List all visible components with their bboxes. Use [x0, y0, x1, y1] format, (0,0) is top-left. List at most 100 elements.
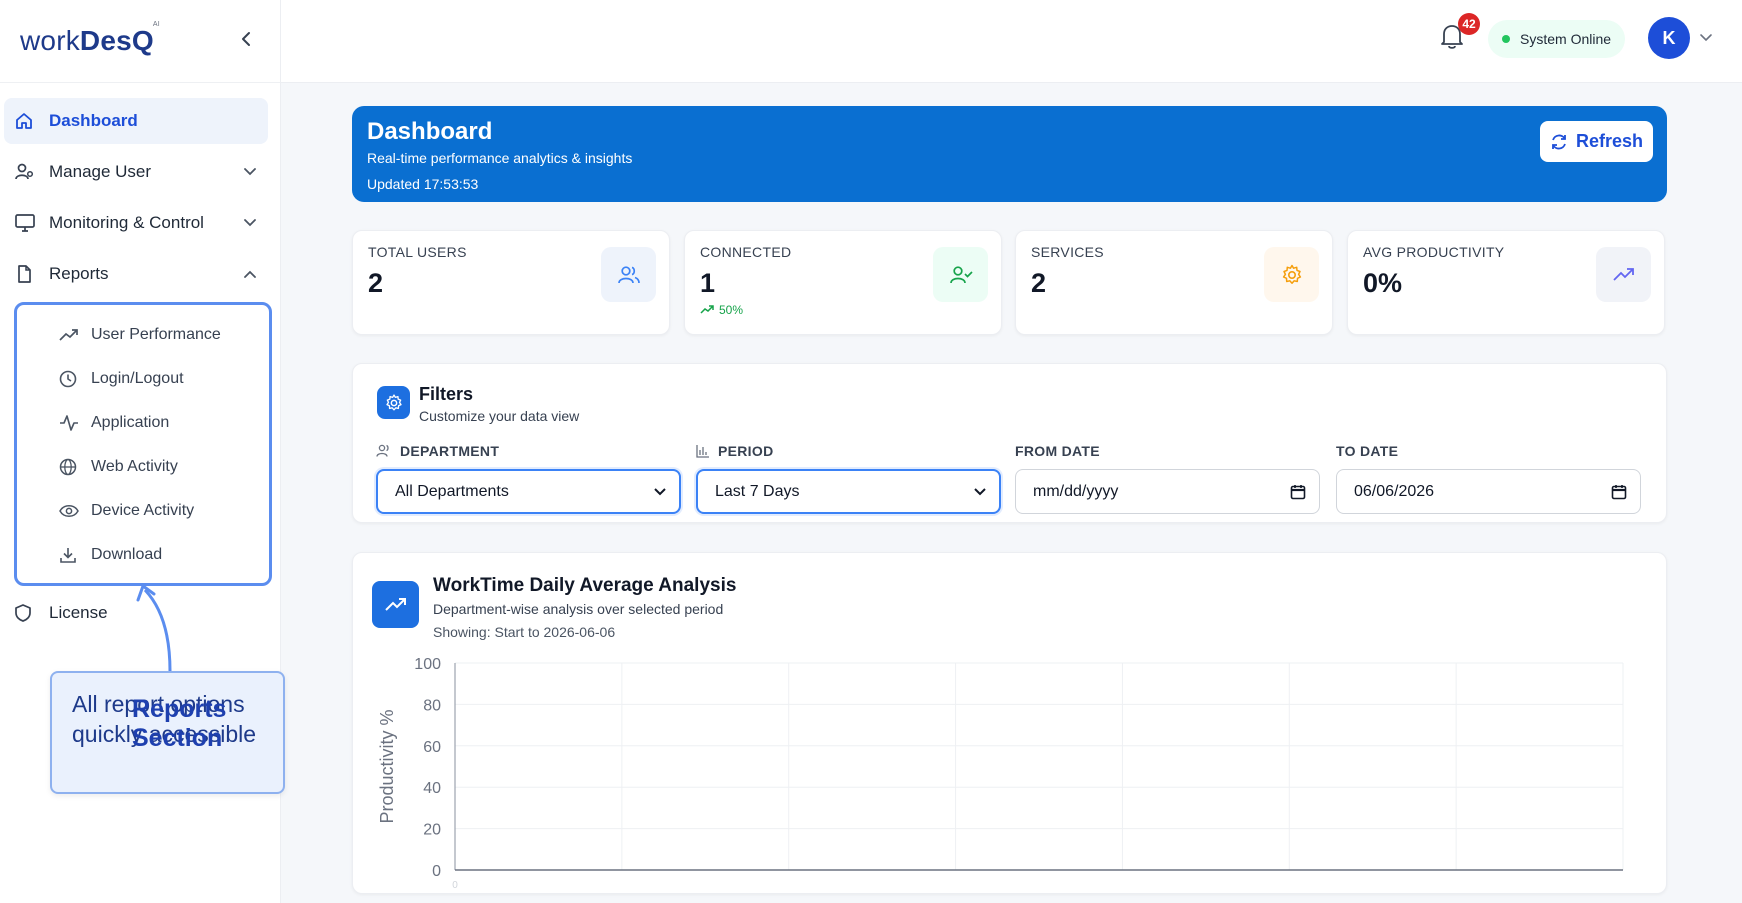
department-label-text: DEPARTMENT [400, 443, 500, 459]
filters-card: Filters Customize your data view DEPARTM… [352, 363, 1667, 523]
submenu-item-application[interactable]: Application [17, 401, 269, 445]
submenu-item-label: Web Activity [91, 458, 178, 475]
sidebar-item-dashboard[interactable]: Dashboard [4, 98, 268, 144]
submenu-item-label: Device Activity [91, 502, 195, 519]
to-date-filter: TO DATE 06/06/2026 [1336, 441, 1641, 514]
to-date-label: TO DATE [1336, 441, 1641, 461]
from-date-label-text: FROM DATE [1015, 443, 1100, 459]
sidebar-item-label: Monitoring & Control [49, 213, 204, 232]
period-select[interactable]: Last 7 Days [696, 469, 1001, 514]
period-label-text: PERIOD [718, 443, 774, 459]
refresh-icon [1552, 134, 1566, 149]
chevron-down-icon [242, 215, 258, 231]
users-icon [601, 247, 656, 302]
refresh-button[interactable]: Refresh [1540, 121, 1653, 162]
users-icon [376, 444, 389, 457]
home-icon [14, 110, 40, 132]
stat-card-total-users: TOTAL USERS 2 [352, 230, 670, 335]
chevron-up-icon [242, 266, 258, 282]
monitor-icon [14, 212, 40, 234]
download-icon [59, 545, 79, 565]
callout-title: Reports Section [132, 695, 227, 752]
to-date-input[interactable]: 06/06/2026 [1336, 469, 1641, 514]
logo-part2: DesQ [79, 25, 154, 56]
app-root: workDesQ AI Dashboard Manage User Monito… [0, 0, 1742, 903]
user-check-icon [933, 247, 988, 302]
department-label: DEPARTMENT [376, 441, 681, 461]
avatar[interactable]: K [1648, 17, 1690, 59]
chart-y-tick-label: 0 [432, 863, 441, 880]
page-title: Dashboard [367, 118, 493, 145]
clock-icon [59, 369, 79, 389]
from-date-label: FROM DATE [1015, 441, 1320, 461]
submenu-item-web-activity[interactable]: Web Activity [17, 445, 269, 489]
gear-icon [1264, 247, 1319, 302]
chart-y-tick-label: 80 [423, 697, 441, 714]
refresh-label: Refresh [1575, 131, 1644, 151]
chevron-down-icon[interactable] [1699, 30, 1713, 48]
trending-up-icon [59, 325, 79, 345]
activity-icon [59, 413, 79, 433]
notification-badge[interactable]: 42 [1458, 13, 1480, 35]
gear-icon [377, 386, 410, 419]
from-date-input[interactable]: mm/dd/yyyy [1015, 469, 1320, 514]
callout-arrow [136, 584, 172, 672]
dashboard-hero: Dashboard Real-time performance analytic… [352, 106, 1667, 202]
stat-card-avg-productivity: AVG PRODUCTIVITY 0% [1347, 230, 1665, 335]
sidebar-item-label: Dashboard [49, 111, 138, 130]
logo[interactable]: workDesQ AI [20, 21, 160, 57]
calendar-icon[interactable] [1290, 484, 1306, 500]
sidebar-item-manage-user[interactable]: Manage User [4, 149, 268, 195]
period-label: PERIOD [696, 441, 1001, 461]
worktime-chart-card: WorkTime Daily Average Analysis Departme… [352, 552, 1667, 894]
sidebar-item-monitoring[interactable]: Monitoring & Control [4, 200, 268, 246]
trending-up-icon [1596, 247, 1651, 302]
status-dot [1502, 35, 1510, 43]
system-status-text: System Online [1520, 31, 1612, 47]
brand-bar: workDesQ AI [0, 0, 280, 83]
reports-callout: Reports Section All report options quick… [50, 671, 285, 794]
department-select[interactable]: All Departments [376, 469, 681, 514]
file-icon [14, 263, 40, 285]
chart-x-tick-label: 0 [452, 880, 458, 891]
submenu-item-login-logout[interactable]: Login/Logout [17, 357, 269, 401]
filters-subtitle: Customize your data view [419, 408, 580, 424]
department-filter: DEPARTMENT All Departments [376, 441, 681, 514]
filters-title: Filters [419, 384, 474, 404]
chart-y-axis-label: Productivity % [377, 709, 397, 823]
submenu-item-device-activity[interactable]: Device Activity [17, 489, 269, 533]
updated-timestamp: Updated 17:53:53 [367, 176, 479, 192]
submenu-item-label: Download [91, 546, 163, 563]
stat-card-connected: CONNECTED 1 50% [684, 230, 1002, 335]
chevron-down-icon [974, 487, 986, 495]
submenu-item-label: Login/Logout [91, 370, 184, 387]
calendar-icon[interactable] [1611, 484, 1627, 500]
reports-submenu: User Performance Login/Logout Applicatio… [14, 302, 272, 586]
page-subtitle: Real-time performance analytics & insigh… [367, 150, 633, 166]
trending-up-icon [700, 305, 714, 314]
to-date-value: 06/06/2026 [1354, 482, 1435, 500]
period-filter: PERIOD Last 7 Days [696, 441, 1001, 514]
chevron-down-icon [242, 164, 258, 180]
sidebar-item-reports[interactable]: Reports [4, 251, 268, 297]
from-date-filter: FROM DATE mm/dd/yyyy [1015, 441, 1320, 514]
submenu-item-user-performance[interactable]: User Performance [17, 313, 269, 357]
chart-y-tick-label: 20 [423, 822, 441, 839]
productivity-chart: 0 20 40 60 80 100 0 Productivity % [377, 656, 1624, 891]
collapse-sidebar-icon[interactable] [240, 30, 252, 53]
sidebar-nav: Dashboard Manage User Monitoring & Contr… [0, 83, 280, 636]
bar-chart-icon [696, 445, 709, 458]
logo-mark: AI [152, 21, 160, 28]
eye-icon [59, 501, 79, 521]
sidebar-item-label: Manage User [49, 162, 152, 181]
submenu-item-label: User Performance [91, 326, 221, 343]
submenu-item-label: Application [91, 414, 170, 431]
stat-trend-value: 50% [719, 303, 744, 317]
system-status-pill: System Online [1488, 20, 1626, 58]
submenu-item-download[interactable]: Download [17, 533, 269, 577]
from-date-value: mm/dd/yyyy [1033, 482, 1119, 500]
chart-y-tick-label: 60 [423, 739, 441, 756]
logo-part1: work [20, 25, 80, 56]
to-date-label-text: TO DATE [1336, 443, 1399, 459]
chart-y-tick-label: 100 [414, 656, 441, 673]
